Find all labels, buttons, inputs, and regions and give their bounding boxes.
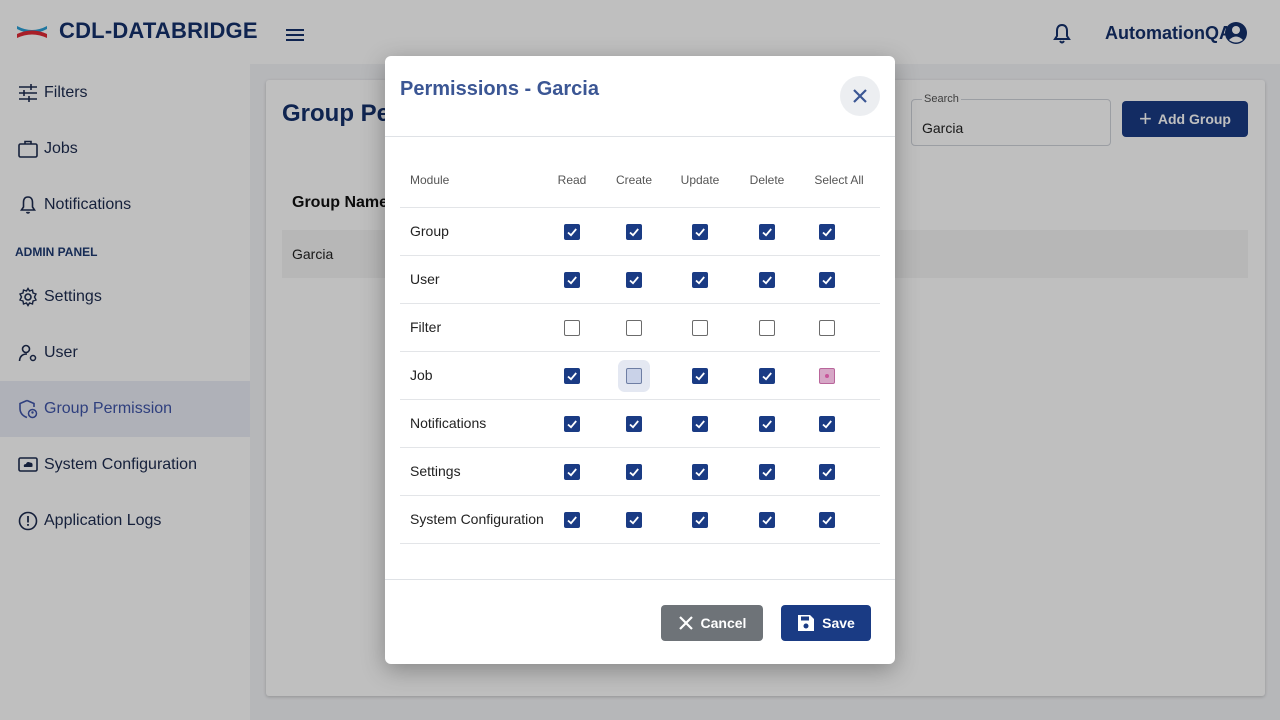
- module-name: System Configuration: [410, 511, 544, 527]
- read-checkbox[interactable]: [564, 416, 580, 432]
- select-all-checkbox[interactable]: [819, 224, 835, 240]
- create-checkbox[interactable]: [626, 512, 642, 528]
- close-icon: [853, 89, 867, 103]
- cancel-button[interactable]: Cancel: [661, 605, 763, 641]
- column-header-update: Update: [680, 173, 720, 187]
- save-label: Save: [822, 615, 855, 631]
- delete-checkbox[interactable]: [759, 272, 775, 288]
- permission-row: System Configuration: [400, 496, 880, 544]
- column-header-delete: Delete: [749, 173, 785, 187]
- permission-row: Group: [400, 208, 880, 256]
- read-checkbox[interactable]: [564, 272, 580, 288]
- read-checkbox[interactable]: [564, 368, 580, 384]
- module-name: User: [410, 271, 440, 287]
- update-checkbox[interactable]: [692, 512, 708, 528]
- close-icon: [678, 615, 694, 631]
- read-checkbox[interactable]: [564, 224, 580, 240]
- select-all-checkbox[interactable]: [819, 416, 835, 432]
- delete-checkbox[interactable]: [759, 512, 775, 528]
- update-checkbox[interactable]: [692, 272, 708, 288]
- delete-checkbox[interactable]: [759, 416, 775, 432]
- delete-checkbox[interactable]: [759, 320, 775, 336]
- module-name: Group: [410, 223, 449, 239]
- create-checkbox[interactable]: [626, 368, 642, 384]
- save-icon: [797, 614, 815, 632]
- permission-row: Job: [400, 352, 880, 400]
- create-checkbox[interactable]: [626, 224, 642, 240]
- update-checkbox[interactable]: [692, 368, 708, 384]
- select-all-checkbox[interactable]: [819, 272, 835, 288]
- select-all-checkbox[interactable]: [819, 464, 835, 480]
- divider: [385, 579, 895, 580]
- create-checkbox[interactable]: [626, 272, 642, 288]
- select-all-checkbox[interactable]: [819, 512, 835, 528]
- permission-row: User: [400, 256, 880, 304]
- table-header-row: Module Read Create Update Delete Select …: [400, 156, 880, 208]
- cancel-label: Cancel: [700, 615, 747, 631]
- update-checkbox[interactable]: [692, 416, 708, 432]
- close-button[interactable]: [840, 76, 880, 116]
- read-checkbox[interactable]: [564, 320, 580, 336]
- permission-row: Filter: [400, 304, 880, 352]
- permission-row: Notifications: [400, 400, 880, 448]
- column-header-module: Module: [410, 173, 450, 187]
- create-checkbox[interactable]: [626, 464, 642, 480]
- delete-checkbox[interactable]: [759, 464, 775, 480]
- permissions-dialog: Permissions - Garcia Module Read Create …: [385, 56, 895, 664]
- create-checkbox[interactable]: [626, 320, 642, 336]
- select-all-checkbox[interactable]: [819, 320, 835, 336]
- update-checkbox[interactable]: [692, 320, 708, 336]
- save-button[interactable]: Save: [781, 605, 871, 641]
- read-checkbox[interactable]: [564, 464, 580, 480]
- update-checkbox[interactable]: [692, 224, 708, 240]
- dialog-title: Permissions - Garcia: [400, 78, 599, 100]
- column-header-create: Create: [615, 173, 653, 187]
- column-header-read: Read: [557, 173, 587, 187]
- module-name: Settings: [410, 463, 461, 479]
- module-name: Notifications: [410, 415, 487, 431]
- permission-row: Settings: [400, 448, 880, 496]
- column-header-select-all: Select All: [814, 173, 864, 187]
- module-name: Job: [410, 367, 433, 383]
- module-name: Filter: [410, 319, 442, 335]
- delete-checkbox[interactable]: [759, 224, 775, 240]
- create-checkbox[interactable]: [626, 416, 642, 432]
- select-all-checkbox[interactable]: [819, 368, 835, 384]
- divider: [385, 136, 895, 137]
- read-checkbox[interactable]: [564, 512, 580, 528]
- delete-checkbox[interactable]: [759, 368, 775, 384]
- update-checkbox[interactable]: [692, 464, 708, 480]
